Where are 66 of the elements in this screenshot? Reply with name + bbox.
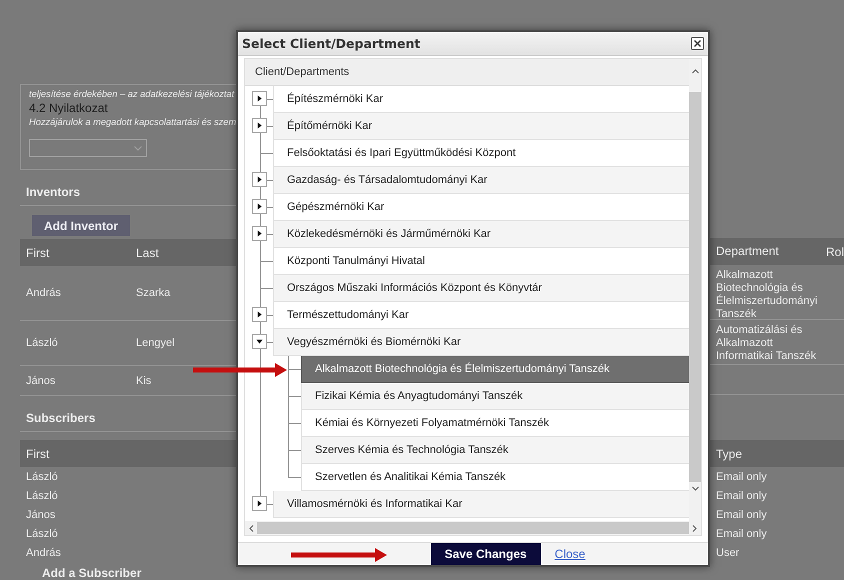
column-header: Department: [715, 245, 780, 258]
table-cell-text: János: [25, 508, 56, 522]
table-cell-text: János: [25, 374, 56, 386]
collapse-toggle-icon[interactable]: [252, 334, 267, 349]
table-cell-text: András: [25, 546, 62, 560]
expand-toggle-icon[interactable]: [252, 118, 267, 133]
expand-toggle-icon[interactable]: [252, 496, 267, 511]
tree-item[interactable]: Építészmérnöki Kar: [273, 86, 689, 113]
close-link[interactable]: Close: [554, 547, 586, 561]
chevron-down-icon: [134, 146, 142, 150]
chevron-left-icon[interactable]: [249, 524, 254, 532]
tree-item[interactable]: Építőmérnöki Kar: [273, 113, 689, 140]
tree-item[interactable]: Gépészmérnöki Kar: [273, 194, 689, 221]
table-cell-text: Alkalmazott Biotechnológia és Élelmiszertudományi Tanszék: [715, 269, 818, 321]
column-header: First: [25, 246, 50, 260]
column-header: Last: [135, 246, 159, 260]
tree-item[interactable]: Fizikai Kémia és Anyagtudományi Tanszék: [301, 383, 689, 410]
table-cell-text: Kis: [135, 374, 152, 386]
table-cell-text: Szarka: [135, 287, 170, 299]
expand-toggle-icon[interactable]: [252, 91, 267, 106]
expand-toggle-icon[interactable]: [252, 307, 267, 322]
column-header: Rol: [824, 244, 844, 258]
save-changes-button[interactable]: Save Changes: [430, 543, 541, 565]
consent-statement: Hozzájárulok a megadott kapcsolattartási és szem: [29, 116, 236, 129]
table-cell-text: András: [25, 287, 62, 299]
tree-header: Client/Departments: [245, 59, 689, 86]
dialog-title: Select Client/Department: [242, 36, 420, 51]
table-cell-text: László: [25, 488, 59, 504]
table-cell-text: Email only: [715, 508, 768, 522]
tree-item[interactable]: Felsőoktatási és Ipari Együttműködési Központ: [273, 140, 689, 167]
tree-item[interactable]: Gazdaság- és Társadalomtudományi Kar: [273, 167, 689, 194]
tree-item[interactable]: Kémiai és Környezeti Folyamatmérnöki Tanszék: [301, 410, 689, 437]
tree-item[interactable]: Közlekedésmérnöki és Járműmérnöki Kar: [273, 221, 689, 248]
tree-item[interactable]: Természettudományi Kar: [273, 302, 689, 329]
table-cell-text: Automatizálási és Alkalmazott Informatikai Tanszék: [715, 324, 818, 363]
table-cell-text: User: [715, 546, 740, 560]
dropdown-field[interactable]: [29, 139, 147, 157]
chevron-right-icon[interactable]: [692, 524, 697, 532]
tree-item[interactable]: Szerves Kémia és Technológia Tanszék: [301, 437, 689, 464]
column-header: First: [25, 446, 50, 460]
table-cell-text: Email only: [715, 488, 768, 504]
table-cell-text: László: [25, 526, 59, 542]
table-cell-text: László: [25, 470, 59, 484]
table-cell-text: Email only: [715, 526, 768, 542]
consent-note: teljesítése érdekében – az adatkezelési tájékoztat: [29, 88, 236, 101]
tree-item[interactable]: Vegyészmérnöki és Biomérnöki Kar: [273, 329, 689, 356]
chevron-up-icon[interactable]: [692, 69, 698, 74]
section-heading: 4.2 Nyilatkozat: [29, 101, 109, 115]
table-cell-text: Lengyel: [135, 337, 175, 349]
add-inventor-button[interactable]: Add Inventor: [32, 215, 130, 236]
table-cell-text: László: [25, 337, 59, 349]
expand-toggle-icon[interactable]: [252, 199, 267, 214]
tree-item[interactable]: Villamosmérnöki és Informatikai Kar: [273, 491, 689, 518]
expand-toggle-icon[interactable]: [252, 172, 267, 187]
horizontal-scrollbar[interactable]: [245, 521, 701, 535]
chevron-down-icon[interactable]: [692, 486, 698, 491]
vertical-scrollbar[interactable]: [689, 59, 701, 521]
table-cell-text: Email only: [715, 470, 768, 484]
close-icon[interactable]: [691, 37, 704, 50]
tree-item[interactable]: Szervetlen és Analitikai Kémia Tanszék: [301, 464, 689, 491]
tree-item[interactable]: Központi Tanulmányi Hivatal: [273, 248, 689, 275]
add-subscriber-link[interactable]: Add a Subscriber: [42, 566, 236, 580]
expand-toggle-icon[interactable]: [252, 226, 267, 241]
column-header: Type: [715, 446, 742, 460]
tree-item[interactable]: Országos Műszaki Információs Központ és Könyvtár: [273, 275, 689, 302]
tree-item[interactable]: Alkalmazott Biotechnológia és Élelmiszertudományi Tanszék: [301, 356, 689, 383]
